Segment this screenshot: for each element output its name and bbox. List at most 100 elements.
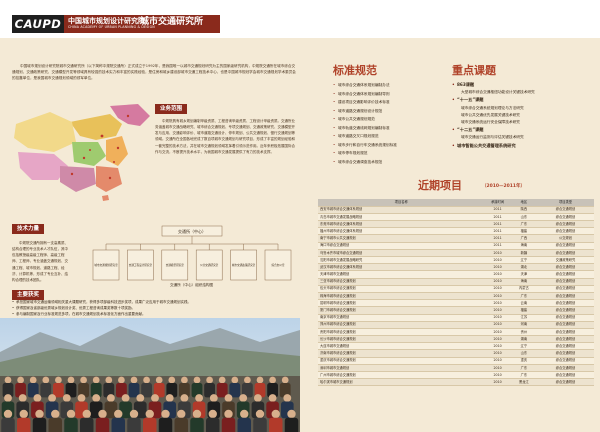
org-chart-branch: 综合办公室	[272, 263, 285, 267]
table-cell: 公交规划	[537, 234, 594, 243]
table-cell: 辽宁	[510, 342, 538, 351]
table-cell: 沈阳市城市交通发展战略研究	[318, 256, 485, 265]
recent-projects-title: 近期项目	[418, 179, 462, 192]
org-chart: 交通所（中心） 城市交通规划研究室 交通工程设计研究室 交通模型研究室 公共交通研究室…	[92, 225, 292, 281]
standard-item: 城市综合交通体系规划编制办法	[333, 81, 448, 90]
key-project-item: 城市交通运行监测与评估关键技术研究	[461, 135, 524, 140]
key-project-item: 城市交通系统运行安全保障技术研究	[461, 120, 520, 125]
table-row: 珠海市城市综合交通规划 2010 广东 综合交通规划	[318, 292, 594, 301]
table-cell: 2010	[484, 270, 511, 279]
table-cell: 济南市城市综合交通规划	[318, 349, 485, 358]
column-header: 地区	[510, 199, 538, 207]
table-cell: 2010	[484, 306, 511, 315]
table-row: 天津市城市交通规划 2010 天津 综合交通规划	[318, 270, 594, 279]
map-region-east	[106, 136, 128, 166]
table-cell: 南宁市城市公共交通规划	[318, 234, 485, 243]
table-row: 西安市城市综合交通体系规划 2011 陕西 综合交通规划	[318, 206, 594, 214]
table-cell: 江苏	[510, 314, 538, 322]
table-cell: 综合交通规划	[537, 227, 594, 236]
org-chart-top-node: 交通所（中心）	[178, 228, 206, 234]
table-cell: 贵阳市城市综合交通规划	[318, 328, 485, 337]
table-cell: 综合交通规划	[537, 206, 594, 214]
table-row: 三亚市城市综合交通规划 2010 海南 综合交通规划	[318, 278, 594, 286]
table-cell: 福州市城市综合交通体系规划	[318, 227, 485, 236]
table-cell: 交通政策研究	[537, 256, 594, 265]
table-cell: 福建	[510, 306, 538, 315]
table-row: 乌鲁木齐市城市综合交通规划 2010 新疆 综合交通规划	[318, 249, 594, 258]
table-cell: 综合交通规划	[537, 364, 594, 373]
table-row: 大连市城市交通规划 2010 辽宁 综合交通规划	[318, 342, 594, 351]
table-row: 包头市城市综合交通规划 2010 内蒙古 综合交通规划	[318, 285, 594, 293]
standard-item: 城市道路交叉口规划规范	[333, 132, 448, 141]
table-row: 福州市城市综合交通体系规划 2011 福建 综合交通规划	[318, 227, 594, 236]
table-header-row: 项目名称 承接时间 地区 项目类型	[318, 199, 594, 207]
table-row: 郑州市城市综合交通规划 2010 河南 综合交通规划	[318, 321, 594, 329]
table-cell: 山东	[510, 213, 538, 222]
table-cell: 2011	[484, 227, 511, 236]
standard-item: 城市综合交通体系规划编制导则	[333, 90, 448, 99]
caupd-logo: CAUPD	[12, 15, 64, 33]
table-cell: 辽宁	[510, 256, 538, 265]
table-cell: 乌鲁木齐市城市综合交通规划	[318, 249, 485, 258]
table-cell: 2010	[484, 249, 511, 258]
table-cell: 2010	[484, 299, 511, 308]
table-cell: 综合交通规划	[537, 342, 594, 351]
table-cell: 海南	[510, 278, 538, 286]
table-row: 广州市城市综合交通规划 2010 广东 综合交通规划	[318, 371, 594, 380]
table-cell: 武汉市城市综合交通体系规划	[318, 263, 485, 272]
table-cell: 黑龙江	[510, 378, 538, 387]
key-project-item: 大型城市综合交通枢纽功能设计关键技术研究	[461, 90, 535, 95]
table-cell: 综合交通规划	[537, 292, 594, 301]
table-cell: 河南	[510, 321, 538, 329]
table-cell: 郑州市城市综合交通规划	[318, 321, 485, 329]
table-cell: 2010	[484, 292, 511, 301]
table-cell: 重庆市城市综合交通规划	[318, 357, 485, 365]
standard-item: 城市轨道交通线网规划编制标准	[333, 124, 448, 133]
table-cell: 广州市城市综合交通规划	[318, 371, 485, 380]
table-cell: 综合交通规划	[537, 220, 594, 229]
table-cell: 南京市城市交通规划	[318, 314, 485, 322]
table-cell: 2010	[484, 378, 511, 387]
table-row: 哈尔滨市城市交通规划 2010 黑龙江 综合交通规划	[318, 378, 594, 387]
table-cell: 2010	[484, 364, 511, 373]
table-row: 深圳市城市交通规划 2010 广东 综合交通规划	[318, 364, 594, 373]
column-header: 承接时间	[484, 199, 511, 207]
group-photo	[0, 318, 300, 432]
org-chart-branch: 城市交通政策研究室	[232, 263, 256, 267]
org-chart-caption: 交通所（中心）组织结构图	[170, 283, 214, 287]
map-region-hainan	[102, 195, 109, 201]
org-chart-branch: 交通工程设计研究室	[129, 263, 153, 267]
table-cell: 2011	[484, 206, 511, 214]
map-region-central	[72, 142, 106, 166]
table-cell: 综合交通规划	[537, 270, 594, 279]
technical-strength-text: 中规院交通所拥有一支高素质、结构合理的专业技术人才队伍，其中包括教授级高级工程师…	[12, 241, 68, 282]
table-cell: 广东	[510, 371, 538, 380]
table-cell: 2010	[484, 263, 511, 272]
table-cell: 珠海市城市综合交通规划	[318, 292, 485, 301]
table-row: 青岛市城市交通发展战略规划 2011 山东 综合交通规划	[318, 213, 594, 222]
table-cell: 2011	[484, 213, 511, 222]
table-cell: 2010	[484, 328, 511, 337]
table-cell: 东莞市城市综合交通体系规划	[318, 220, 485, 229]
table-cell: 综合交通规划	[537, 249, 594, 258]
table-row: 重庆市城市综合交通规划 2010 重庆 综合交通规划	[318, 357, 594, 365]
table-cell: 综合交通规划	[537, 278, 594, 286]
business-scope-text: 中规院具有城乡规划编制甲级资质、工程咨询甲级资质、工程设计甲级资质。交通所业务涵…	[155, 119, 295, 154]
table-cell: 湖南	[510, 335, 538, 344]
table-cell: 长沙市城市综合交通规划	[318, 335, 485, 344]
table-cell: 昆明市城市综合交通规划	[318, 299, 485, 308]
standard-item: 城市道路交通规划设计规范	[333, 107, 448, 116]
table-cell: 综合交通规划	[537, 306, 594, 315]
table-row: 南京市城市交通规划 2010 江苏 综合交通规划	[318, 314, 594, 322]
org-chart-branch: 公共交通研究室	[200, 263, 219, 267]
table-cell: 2010	[484, 285, 511, 293]
map-region-north	[70, 114, 122, 140]
table-cell: 综合交通规划	[537, 242, 594, 250]
table-row: 贵阳市城市综合交通规划 2010 贵州 综合交通规划	[318, 328, 594, 337]
table-cell: 厦门市城市综合交通规划	[318, 306, 485, 315]
key-project-heading: “十二五”课题	[452, 126, 592, 134]
table-cell: 2010	[484, 349, 511, 358]
key-project-heading: 城市智能公共交通管理系统研究	[452, 142, 592, 150]
recent-projects-years: （2010—2011年）	[482, 184, 526, 189]
table-cell: 重庆	[510, 357, 538, 365]
